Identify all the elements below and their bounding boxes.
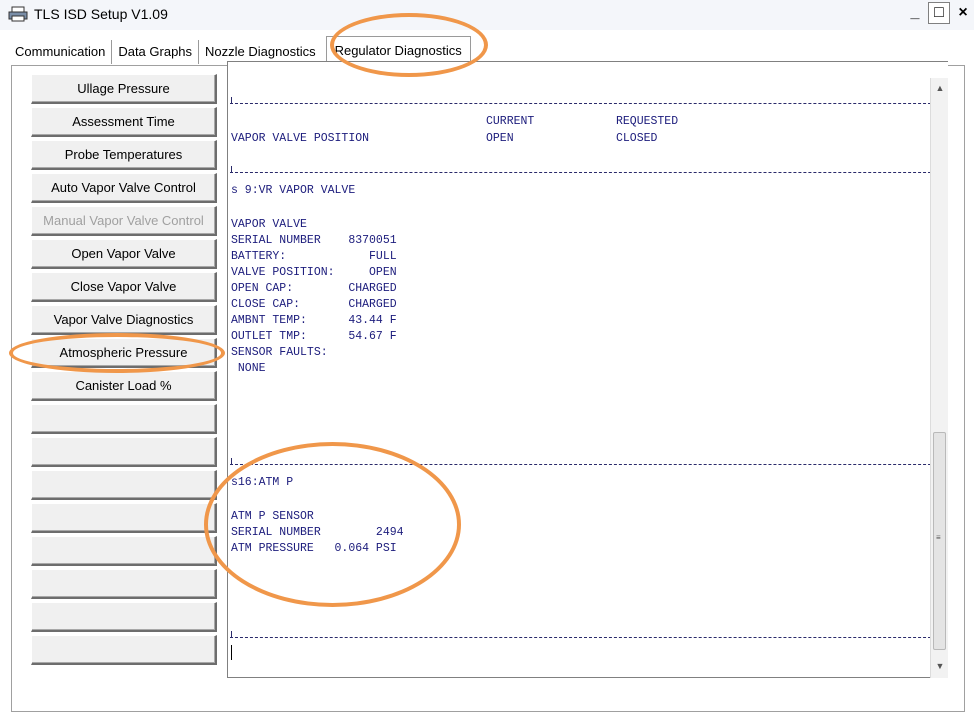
tab-communication[interactable]: Communication bbox=[9, 40, 113, 64]
vr-line: CLOSE CAP: CHARGED bbox=[231, 298, 397, 311]
terminal-output[interactable]: CURRENT REQUESTED VAPOR VALVE POSITION O… bbox=[227, 61, 948, 678]
empty-button-7[interactable] bbox=[31, 602, 217, 632]
canister-load-button[interactable]: Canister Load % bbox=[31, 371, 217, 401]
maximize-button[interactable]: □ bbox=[928, 2, 950, 24]
valve-position-label: VAPOR VALVE POSITION bbox=[231, 132, 370, 145]
title-bar: TLS ISD Setup V1.09 _ □ × bbox=[0, 0, 974, 30]
tab-data-graphs[interactable]: Data Graphs bbox=[112, 40, 200, 64]
printer-icon bbox=[8, 6, 28, 22]
close-button[interactable]: × bbox=[952, 2, 974, 24]
scroll-thumb[interactable]: ≡ bbox=[933, 432, 946, 650]
assessment-time-button[interactable]: Assessment Time bbox=[31, 107, 217, 137]
vapor-valve-diagnostics-button[interactable]: Vapor Valve Diagnostics bbox=[31, 305, 217, 335]
empty-button-5[interactable] bbox=[31, 536, 217, 566]
atm-line: ATM P SENSOR bbox=[231, 510, 314, 523]
empty-button-8[interactable] bbox=[31, 635, 217, 665]
empty-button-4[interactable] bbox=[31, 503, 217, 533]
atmospheric-pressure-button[interactable]: Atmospheric Pressure bbox=[31, 338, 217, 368]
empty-button-6[interactable] bbox=[31, 569, 217, 599]
separator-line bbox=[230, 103, 946, 104]
text-cursor bbox=[231, 645, 232, 660]
auto-vapor-valve-control-button[interactable]: Auto Vapor Valve Control bbox=[31, 173, 217, 203]
empty-button-3[interactable] bbox=[31, 470, 217, 500]
separator-line bbox=[230, 464, 946, 465]
manual-vapor-valve-control-button: Manual Vapor Valve Control bbox=[31, 206, 217, 236]
open-vapor-valve-button[interactable]: Open Vapor Valve bbox=[31, 239, 217, 269]
ullage-pressure-button[interactable]: Ullage Pressure bbox=[31, 74, 217, 104]
close-vapor-valve-button[interactable]: Close Vapor Valve bbox=[31, 272, 217, 302]
header-requested: REQUESTED bbox=[616, 115, 679, 128]
empty-button-1[interactable] bbox=[31, 404, 217, 434]
valve-position-current: OPEN bbox=[486, 132, 514, 145]
vr-line: NONE bbox=[231, 362, 266, 375]
vr-section-title: s 9:VR VAPOR VALVE bbox=[231, 184, 356, 197]
empty-button-2[interactable] bbox=[31, 437, 217, 467]
window-controls: _ □ × bbox=[902, 2, 974, 26]
minimize-button[interactable]: _ bbox=[904, 2, 926, 24]
scroll-up-icon[interactable]: ▲ bbox=[931, 80, 949, 96]
separator-line bbox=[230, 637, 946, 638]
grip-icon: ≡ bbox=[936, 533, 941, 542]
scroll-down-icon[interactable]: ▼ bbox=[931, 658, 949, 674]
vr-line: SERIAL NUMBER 8370051 bbox=[231, 234, 397, 247]
separator-line bbox=[230, 172, 946, 173]
vr-line: BATTERY: FULL bbox=[231, 250, 397, 263]
atm-line: ATM PRESSURE 0.064 PSI bbox=[231, 542, 397, 555]
vr-line: AMBNT TEMP: 43.44 F bbox=[231, 314, 397, 327]
vr-line: OPEN CAP: CHARGED bbox=[231, 282, 397, 295]
terminal-scrollbar[interactable]: ▲ ≡ ▼ bbox=[930, 78, 948, 678]
valve-position-requested: CLOSED bbox=[616, 132, 658, 145]
atm-line: SERIAL NUMBER 2494 bbox=[231, 526, 404, 539]
vr-line: OUTLET TMP: 54.67 F bbox=[231, 330, 397, 343]
probe-temperatures-button[interactable]: Probe Temperatures bbox=[31, 140, 217, 170]
atm-section-title: s16:ATM P bbox=[231, 476, 294, 489]
header-current: CURRENT bbox=[486, 115, 535, 128]
vr-line: SENSOR FAULTS: bbox=[231, 346, 328, 359]
window-title: TLS ISD Setup V1.09 bbox=[34, 6, 168, 22]
vr-line: VALVE POSITION: OPEN bbox=[231, 266, 397, 279]
vr-line: VAPOR VALVE bbox=[231, 218, 307, 231]
